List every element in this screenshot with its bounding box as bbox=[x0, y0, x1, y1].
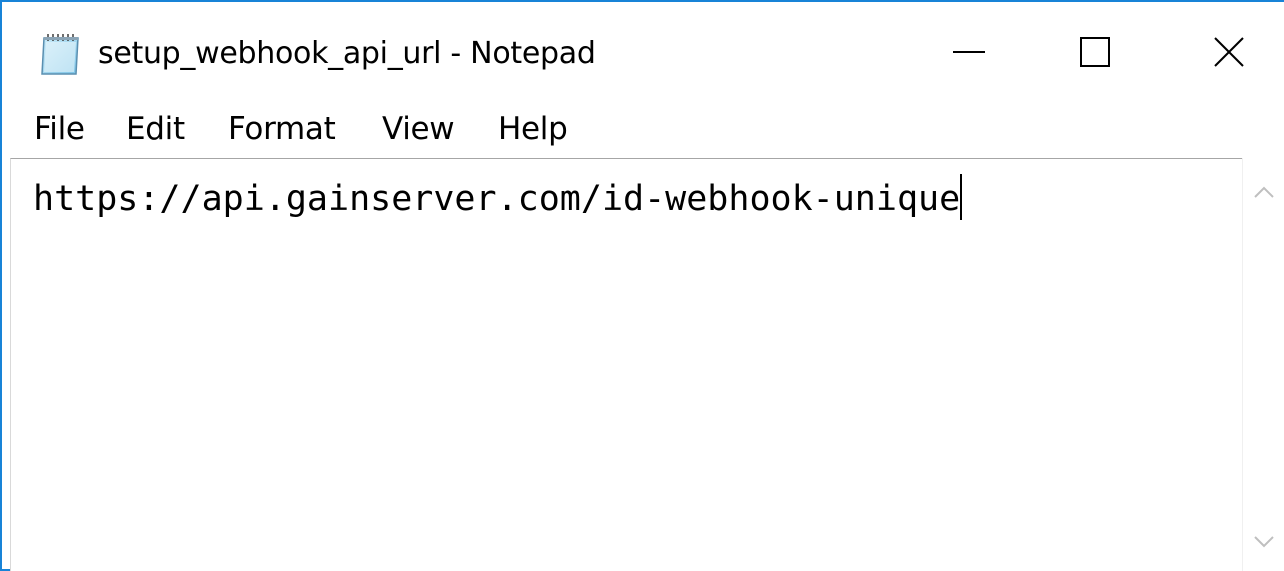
editor-content[interactable]: https://api.gainserver.com/id-webhook-un… bbox=[33, 173, 963, 225]
minimize-icon bbox=[951, 34, 987, 74]
menu-format[interactable]: Format bbox=[228, 104, 336, 154]
vertical-scrollbar[interactable] bbox=[1242, 158, 1284, 571]
editor-text-value: https://api.gainserver.com/id-webhook-un… bbox=[33, 179, 961, 219]
text-caret bbox=[960, 174, 963, 220]
menu-help[interactable]: Help bbox=[498, 104, 568, 154]
text-editor[interactable]: https://api.gainserver.com/id-webhook-un… bbox=[10, 158, 1284, 571]
close-button[interactable] bbox=[1184, 12, 1274, 96]
menu-view[interactable]: View bbox=[382, 104, 455, 154]
menu-file[interactable]: File bbox=[34, 104, 85, 154]
window-title: setup_webhook_api_url - Notepad bbox=[98, 36, 596, 71]
close-icon bbox=[1211, 34, 1247, 74]
notepad-icon[interactable] bbox=[38, 32, 84, 76]
notepad-window: setup_webhook_api_url - Notepad File Edi… bbox=[0, 0, 1284, 571]
menu-edit[interactable]: Edit bbox=[126, 104, 185, 154]
chevron-down-icon[interactable] bbox=[1251, 532, 1277, 552]
maximize-icon bbox=[1077, 34, 1113, 74]
menu-bar: File Edit Format View Help bbox=[2, 102, 1284, 158]
chevron-up-icon[interactable] bbox=[1251, 182, 1277, 202]
minimize-button[interactable] bbox=[924, 12, 1014, 96]
title-bar[interactable]: setup_webhook_api_url - Notepad bbox=[2, 2, 1284, 102]
maximize-button[interactable] bbox=[1050, 12, 1140, 96]
